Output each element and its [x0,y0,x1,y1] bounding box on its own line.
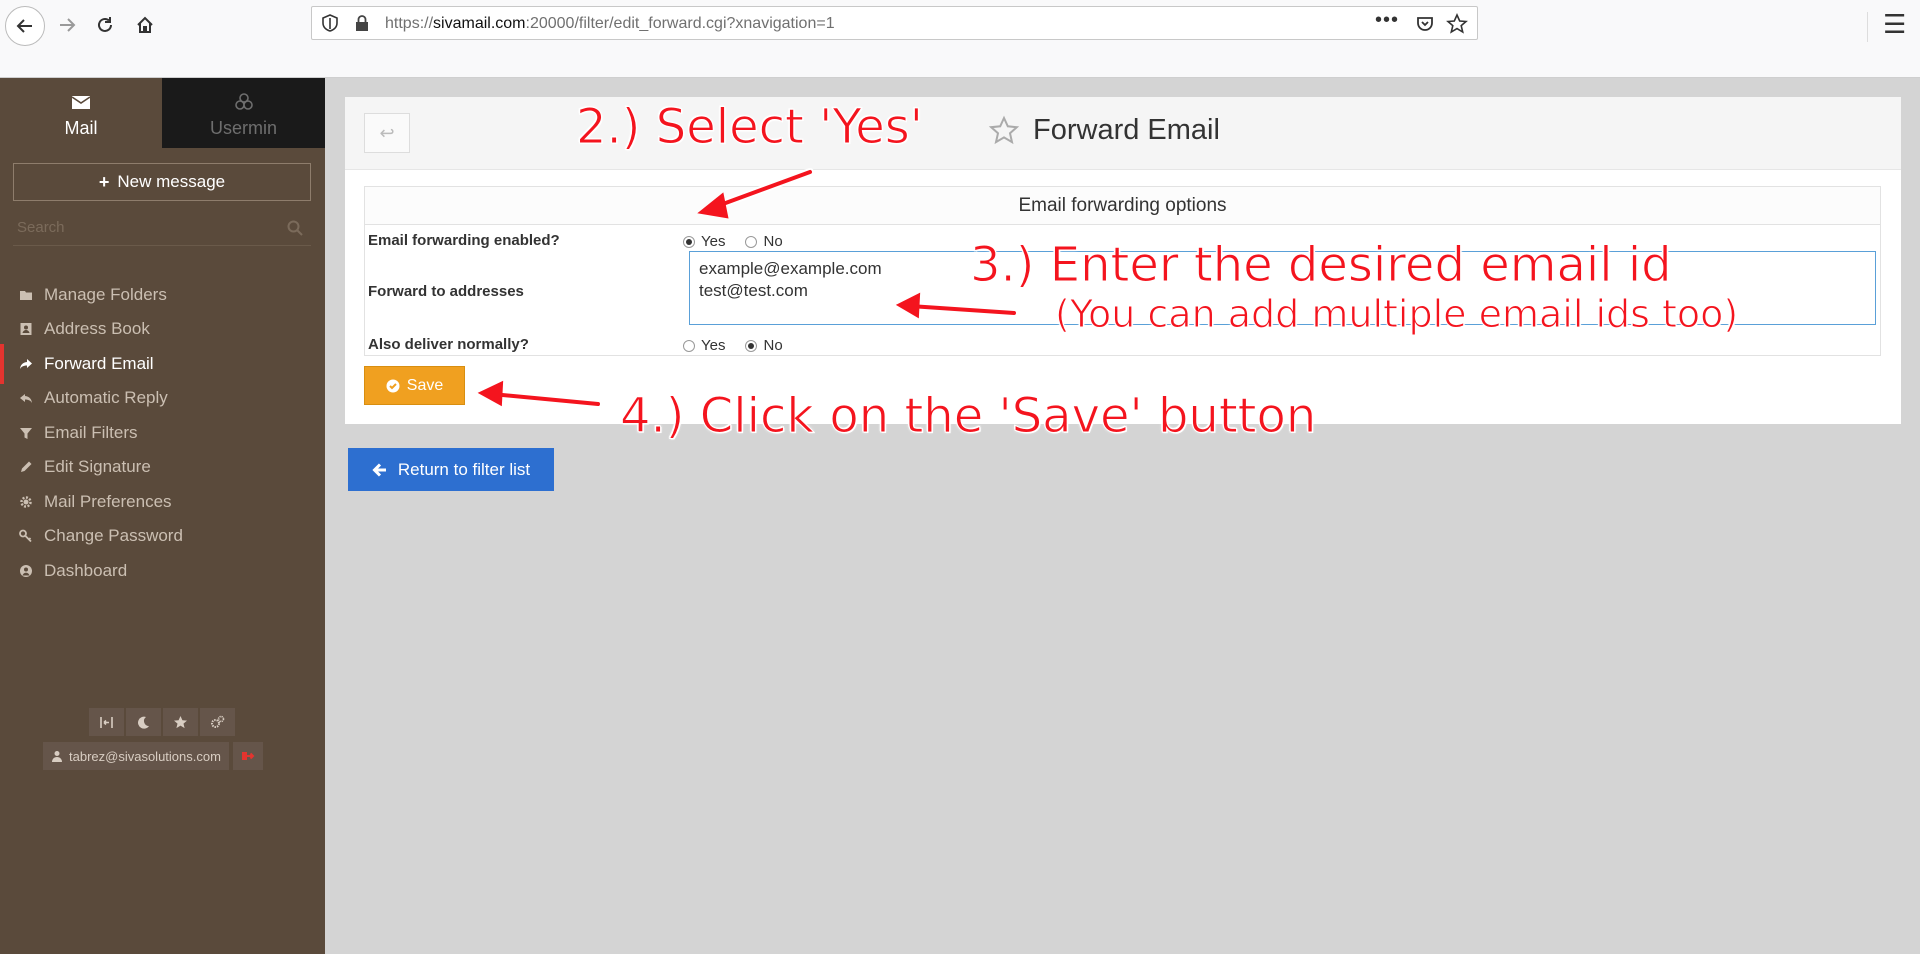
go-back-button[interactable]: ↩ [364,113,410,153]
deliver-normally-no-radio[interactable] [745,339,758,352]
user-circle-icon [19,564,33,578]
usermin-logo-icon [234,93,253,110]
sidebar-item-label: Change Password [44,526,183,545]
search-icon [287,220,303,236]
page-title: Forward Email [1033,114,1220,146]
url-text[interactable]: https://sivamail.com:20000/filter/edit_f… [385,15,835,33]
sidebar-toolbar [89,708,235,738]
user-row: tabrez@sivasolutions.com [43,742,263,770]
sign-out-icon [241,752,255,760]
sidebar-item-label: Forward Email [44,354,154,373]
tab-mail-label: Mail [64,118,98,138]
cogs-icon [211,715,225,728]
folder-icon [19,288,33,302]
pocket-icon[interactable] [1415,14,1435,34]
deliver-normally-yes-radio[interactable] [683,339,695,352]
envelope-icon [71,96,91,109]
page-actions-icon[interactable]: ••• [1375,9,1399,32]
forward-button[interactable] [48,6,86,44]
new-message-button[interactable]: + New message [13,163,311,201]
annotation-step-2: 2.) Select 'Yes' [576,99,924,156]
reply-all-icon [19,391,33,405]
radio-label-yes: Yes [701,233,726,250]
radio-label-no: No [763,337,783,354]
lock-icon[interactable] [353,14,371,32]
back-button[interactable] [5,6,45,46]
toolbar-separator [1867,12,1868,42]
reload-icon [98,17,112,32]
url-domain: sivamail.com [433,15,526,32]
columns-icon [100,716,113,728]
return-to-filter-list-button[interactable]: Return to filter list [348,448,554,491]
deliver-normally-radio-group: Yes No [683,337,783,354]
star-icon [174,715,187,728]
browser-toolbar: https://sivamail.com:20000/filter/edit_f… [0,0,1920,77]
sidebar-item-label: Automatic Reply [44,388,168,407]
url-bar[interactable]: https://sivamail.com:20000/filter/edit_f… [311,6,1478,40]
pencil-icon [19,460,33,474]
forwarding-enabled-radio-group: Yes No [683,233,783,250]
logout-button[interactable] [232,742,263,770]
toggle-sidebar-button[interactable] [89,708,124,736]
url-scheme: https:// [385,15,434,32]
arrow-right-icon [60,18,76,32]
tab-usermin[interactable]: Usermin [162,78,325,148]
home-button[interactable] [126,6,164,44]
key-icon [19,529,33,543]
theme-settings-button[interactable] [200,708,235,736]
tab-usermin-label: Usermin [209,118,277,138]
sidebar: Mail Usermin + New message Search Manage… [0,78,325,954]
sidebar-item-change-password[interactable]: Change Password [0,516,325,556]
hamburger-menu-icon[interactable]: ☰ [1883,11,1906,37]
plus-icon: + [98,171,110,192]
arrow-left-icon [16,19,32,33]
radio-label-no: No [763,233,783,250]
user-account-chip[interactable]: tabrez@sivasolutions.com [43,742,229,770]
user-email: tabrez@sivasolutions.com [69,748,221,764]
forward-to-label: Forward to addresses [368,283,524,300]
return-label: Return to filter list [397,459,531,479]
forwarding-enabled-no-radio[interactable] [745,235,758,248]
sidebar-item-address-book[interactable]: Address Book [0,309,325,349]
tab-mail[interactable]: Mail [0,78,162,148]
bookmark-star-icon[interactable] [1446,13,1468,35]
check-circle-icon [386,379,400,392]
share-icon [19,357,33,371]
annotation-step-4: 4.) Click on the 'Save' button [619,388,1317,445]
home-icon [137,16,153,33]
sidebar-item-label: Dashboard [44,561,128,580]
forwarding-enabled-yes-radio[interactable] [683,235,695,248]
favorite-star-icon[interactable] [988,115,1020,147]
sidebar-item-label: Mail Preferences [44,492,172,511]
sidebar-item-automatic-reply[interactable]: Automatic Reply [0,378,325,418]
search-input[interactable]: Search [17,219,65,236]
favorites-button[interactable] [163,708,198,736]
forwarding-enabled-label: Email forwarding enabled? [368,232,560,249]
deliver-normally-label: Also deliver normally? [368,336,529,353]
sidebar-item-label: Address Book [44,319,150,338]
sidebar-item-dashboard[interactable]: Dashboard [0,551,325,591]
sidebar-item-label: Edit Signature [44,457,151,476]
annotation-step-3-note: (You can add multiple email ids too) [1054,292,1739,337]
sidebar-item-label: Email Filters [44,423,138,442]
annotation-step-3: 3.) Enter the desired email id [970,237,1673,294]
save-button[interactable]: Save [364,366,465,405]
user-icon [52,751,62,762]
save-label: Save [406,376,444,394]
new-message-label: New message [117,172,226,191]
sidebar-item-label: Manage Folders [44,285,167,304]
filter-icon [19,426,33,440]
arrow-left-icon [372,462,386,477]
table-heading: Email forwarding options [365,187,1880,225]
address-book-icon [19,322,33,336]
sidebar-item-edit-signature[interactable]: Edit Signature [0,447,325,487]
radio-label-yes: Yes [701,337,726,354]
moon-icon [138,716,149,729]
sidebar-search[interactable]: Search [13,211,311,246]
reload-button[interactable] [86,6,124,44]
url-path: :20000/filter/edit_forward.cgi?xnavigati… [525,15,835,32]
shield-icon[interactable] [321,14,339,32]
gear-icon [19,495,33,509]
night-mode-button[interactable] [126,708,161,736]
